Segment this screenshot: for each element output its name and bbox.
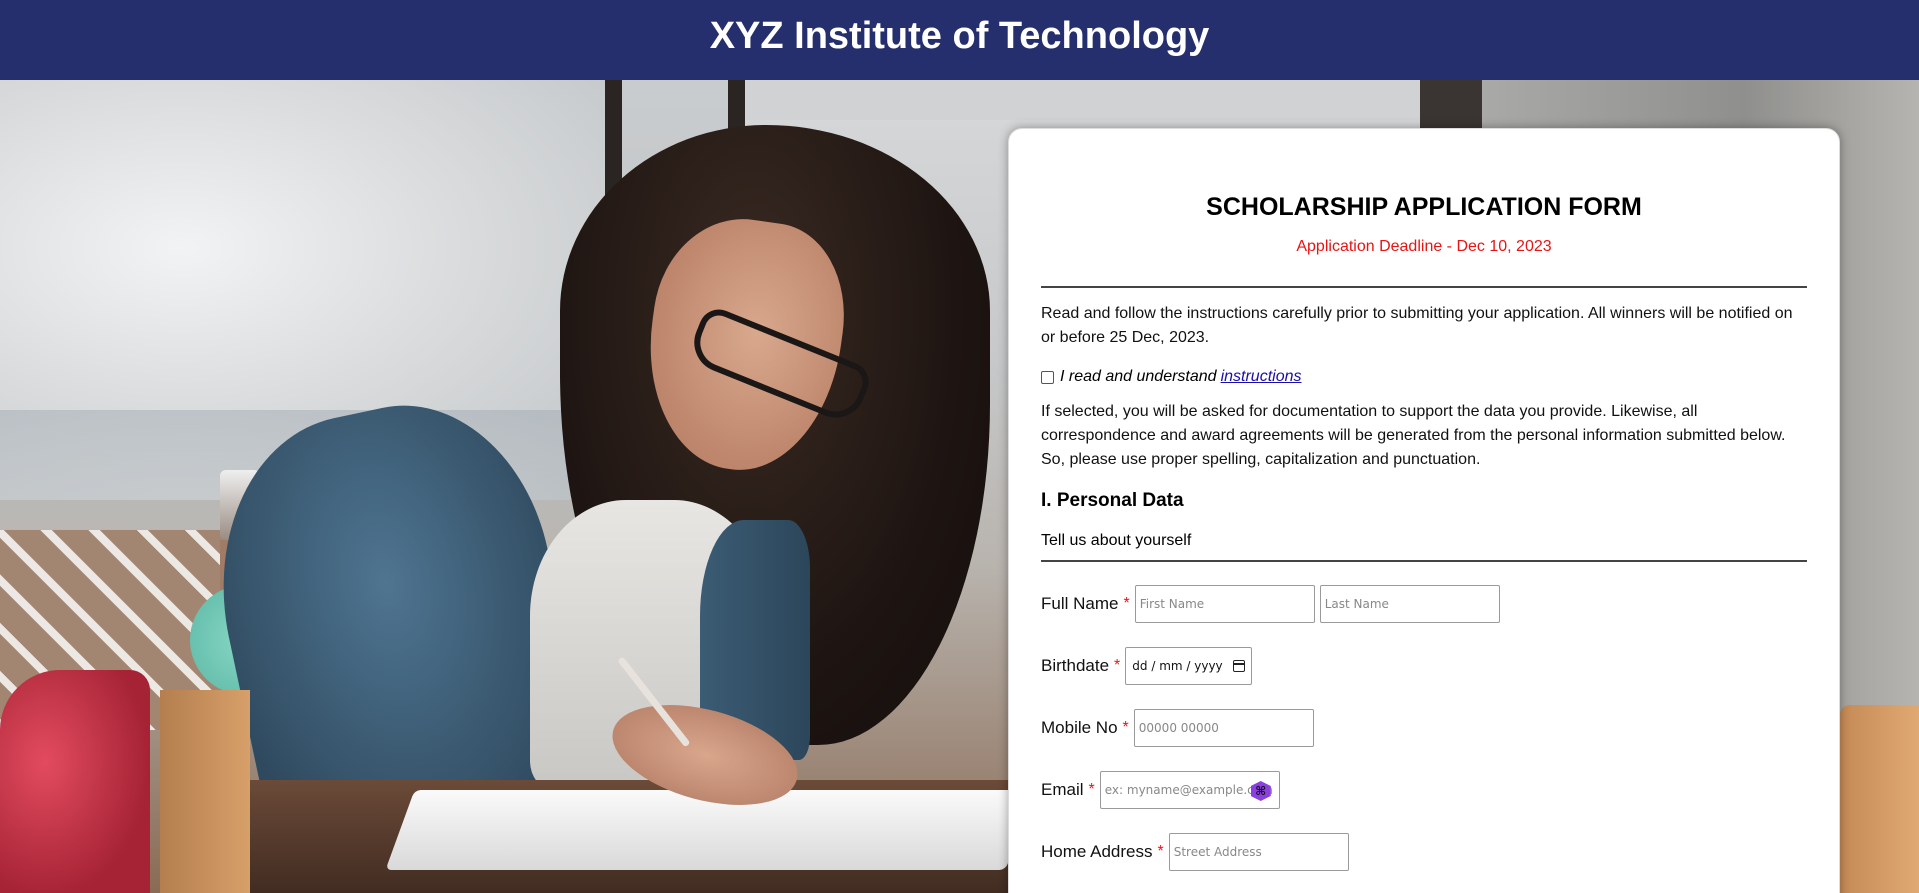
- email-row: Email * ex: myname@example.com ⌘: [1041, 770, 1807, 810]
- site-header: XYZ Institute of Technology: [0, 0, 1919, 80]
- birthdate-row: Birthdate * dd / mm / yyyy: [1041, 646, 1807, 686]
- last-name-input[interactable]: Last Name: [1319, 585, 1500, 623]
- required-mark: *: [1157, 843, 1164, 860]
- instructions-text: Read and follow the instructions careful…: [1041, 305, 1793, 346]
- application-deadline: Application Deadline - Dec 10, 2023: [1296, 238, 1552, 255]
- section-divider: [1041, 560, 1807, 562]
- full-name-label: Full Name: [1041, 594, 1119, 613]
- application-form-card: SCHOLARSHIP APPLICATION FORM Application…: [1008, 128, 1840, 893]
- email-input[interactable]: ex: myname@example.com ⌘: [1099, 771, 1280, 809]
- required-mark: *: [1088, 781, 1095, 798]
- email-label: Email: [1041, 780, 1084, 799]
- divider: [1041, 286, 1807, 288]
- required-mark: *: [1122, 719, 1129, 736]
- home-address-label: Home Address: [1041, 842, 1153, 861]
- mobile-input[interactable]: 00000 00000: [1133, 709, 1314, 747]
- full-name-row: Full Name * First Name Last Name: [1041, 584, 1807, 624]
- notice-text: If selected, you will be asked for docum…: [1041, 403, 1786, 468]
- section-title: I. Personal Data: [1041, 490, 1184, 511]
- instructions-checkbox-row: I read and understand instructions: [1041, 368, 1807, 386]
- mobile-label: Mobile No: [1041, 718, 1118, 737]
- site-title: XYZ Institute of Technology: [709, 14, 1210, 57]
- checkbox-label: I read and understand: [1060, 368, 1217, 385]
- required-mark: *: [1114, 657, 1121, 674]
- required-mark: *: [1123, 595, 1130, 612]
- form-title: SCHOLARSHIP APPLICATION FORM: [1206, 193, 1642, 221]
- instructions-checkbox[interactable]: [1041, 370, 1054, 384]
- calendar-icon[interactable]: [1233, 660, 1246, 672]
- birthdate-placeholder: dd / mm / yyyy: [1132, 659, 1223, 673]
- home-address-row: Home Address * Street Address: [1041, 832, 1807, 872]
- birthdate-input[interactable]: dd / mm / yyyy: [1125, 647, 1253, 685]
- birthdate-label: Birthdate: [1041, 656, 1110, 675]
- first-name-input[interactable]: First Name: [1134, 585, 1315, 623]
- mobile-row: Mobile No * 00000 00000: [1041, 708, 1807, 748]
- email-placeholder: ex: myname@example.com: [1104, 783, 1273, 797]
- street-address-input[interactable]: Street Address: [1168, 833, 1349, 871]
- instructions-link[interactable]: instructions: [1221, 368, 1302, 386]
- section-subtitle: Tell us about yourself: [1041, 532, 1192, 549]
